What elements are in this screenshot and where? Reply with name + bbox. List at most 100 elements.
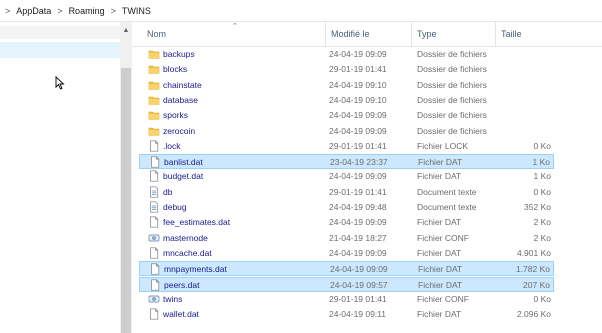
breadcrumb-item-twins[interactable]: TWINS [119, 6, 154, 16]
file-size: 0 Ko [533, 293, 552, 304]
scrollbar-thumb[interactable] [121, 68, 131, 333]
nav-item-selected[interactable] [0, 42, 120, 58]
file-name: db [163, 186, 173, 197]
file-icon [148, 308, 160, 320]
file-modified: 24-04-19 09:09 [329, 247, 387, 258]
file-modified: 24-04-19 09:10 [329, 79, 387, 90]
file-size: 207 Ko [523, 279, 550, 290]
breadcrumb-separator: > [5, 5, 11, 16]
file-name: backups [163, 49, 195, 59]
file-row[interactable]: mncache.dat 24-04-19 09:09 Fichier DAT 4.90… [139, 246, 554, 261]
file-size: 2 Ko [533, 232, 552, 243]
file-row[interactable]: budget.dat 24-04-19 09:09 Fichier DAT 1 Ko [139, 169, 554, 184]
file-icon [148, 140, 160, 152]
file-type: Dossier de fichiers [417, 110, 487, 121]
file-icon [148, 247, 160, 259]
file-modified: 24-04-19 09:09 [329, 49, 387, 59]
folder-icon [148, 109, 160, 121]
breadcrumb: > AppData > Roaming > TWINS [0, 0, 602, 22]
file-row[interactable]: blocks 29-01-19 01:41 Dossier de fichiers [139, 62, 554, 77]
file-type: Dossier de fichiers [417, 94, 487, 105]
file-type: Fichier DAT [417, 247, 462, 258]
file-modified: 24-04-19 09:57 [330, 279, 388, 290]
file-row[interactable]: masternode 21-04-19 18:27 Fichier CONF 2 Ko [139, 231, 554, 246]
file-row[interactable]: .lock 29-01-19 01:41 Fichier LOCK 0 Ko [139, 139, 554, 154]
file-row[interactable]: fee_estimates.dat 24-04-19 09:09 Fichier D… [139, 215, 554, 230]
folder-icon [148, 48, 160, 60]
file-type: Dossier de fichiers [417, 49, 487, 59]
file-size: 1.782 Ko [515, 264, 550, 275]
folder-icon [148, 94, 160, 106]
file-icon [149, 278, 161, 291]
file-name: mncache.dat [163, 247, 212, 258]
file-modified: 29-01-19 01:41 [329, 186, 387, 197]
file-name: twins [163, 293, 183, 304]
column-header-modified[interactable]: Modifié le [331, 29, 370, 39]
file-modified: 23-04-19 23:37 [330, 157, 388, 168]
breadcrumb-item-appdata[interactable]: AppData [13, 6, 54, 16]
file-type: Dossier de fichiers [417, 64, 487, 75]
column-header-row: ⌃ Nom Modifié le Type Taille [132, 22, 602, 47]
file-row[interactable]: sporks 24-04-19 09:09 Dossier de fichiers [139, 108, 554, 123]
column-header-type[interactable]: Type [417, 29, 437, 39]
file-type: Fichier DAT [417, 171, 462, 182]
file-name: wallet.dat [163, 309, 199, 320]
file-name: sporks [163, 110, 189, 121]
file-size: 2.096 Ko [516, 309, 551, 320]
file-row[interactable]: zerocoin 24-04-19 09:09 Dossier de fichier… [139, 124, 554, 139]
file-list: ⌃ Nom Modifié le Type Taille backups 24-0… [132, 22, 602, 333]
file-modified: 24-04-19 09:09 [329, 110, 387, 121]
nav-item[interactable] [0, 26, 120, 39]
column-divider[interactable] [325, 22, 326, 46]
file-row[interactable]: chainstate 24-04-19 09:10 Dossier de fichi… [139, 78, 554, 93]
file-row[interactable]: banlist.dat 23-04-19 23:37 Fichier DAT 1 Ko [139, 154, 554, 170]
column-divider[interactable] [411, 22, 412, 46]
column-header-size[interactable]: Taille [501, 29, 522, 39]
breadcrumb-separator: > [57, 5, 63, 16]
file-row[interactable]: database 24-04-19 09:10 Dossier de fichier… [139, 93, 554, 108]
file-size: 352 Ko [524, 202, 551, 212]
column-header-name[interactable]: Nom [147, 29, 166, 39]
file-row[interactable]: peers.dat 24-04-19 09:57 Fichier DAT 207 Ko [139, 276, 554, 292]
file-name: debug [163, 202, 187, 212]
file-modified: 24-04-19 09:09 [329, 125, 387, 136]
file-row[interactable]: twins 29-01-19 01:41 Fichier CONF 0 Ko [139, 292, 554, 307]
text-file-icon [148, 186, 160, 198]
file-name: masternode [163, 232, 208, 243]
file-row[interactable]: debug 24-04-19 09:48 Document texte 352 Ko [139, 200, 554, 215]
file-modified: 24-04-19 09:11 [329, 309, 387, 320]
folder-icon [148, 79, 160, 91]
file-type: Fichier DAT [417, 217, 462, 228]
file-row[interactable]: backups 24-04-19 09:09 Dossier de fichiers [139, 47, 554, 62]
file-modified: 24-04-19 09:10 [329, 94, 387, 105]
file-name: banlist.dat [164, 157, 203, 168]
file-modified: 21-04-19 18:27 [329, 232, 387, 243]
file-name: zerocoin [163, 125, 196, 136]
file-name: .lock [163, 140, 181, 151]
file-type: Fichier DAT [417, 309, 462, 320]
column-divider[interactable] [495, 22, 496, 46]
file-row[interactable]: db 29-01-19 01:41 Document texte 0 Ko [139, 185, 554, 200]
sort-ascending-icon: ⌃ [232, 23, 238, 30]
file-row[interactable]: mnpayments.dat 24-04-19 09:09 Fichier DAT 1… [139, 261, 554, 277]
folder-icon [148, 63, 160, 75]
breadcrumb-item-roaming[interactable]: Roaming [66, 6, 108, 16]
file-name: blocks [163, 64, 188, 75]
file-name: fee_estimates.dat [163, 217, 231, 228]
file-name: chainstate [163, 79, 202, 90]
file-name: mnpayments.dat [164, 264, 227, 275]
file-size: 0 Ko [533, 186, 552, 197]
file-modified: 29-01-19 01:41 [329, 64, 387, 75]
scroll-up-arrow-icon[interactable]: ▲ [120, 22, 132, 38]
file-type: Document texte [417, 186, 477, 197]
file-size: 1 Ko [532, 157, 551, 168]
config-file-icon [148, 293, 160, 305]
file-type: Fichier DAT [418, 157, 463, 168]
file-modified: 29-01-19 01:41 [329, 140, 387, 151]
file-size: 0 Ko [533, 140, 552, 151]
file-row[interactable]: wallet.dat 24-04-19 09:11 Fichier DAT 2.096… [139, 307, 554, 322]
file-modified: 24-04-19 09:09 [329, 171, 387, 182]
file-type: Dossier de fichiers [417, 79, 487, 90]
config-file-icon [148, 232, 160, 244]
nav-scrollbar[interactable]: ▲ [120, 22, 132, 333]
